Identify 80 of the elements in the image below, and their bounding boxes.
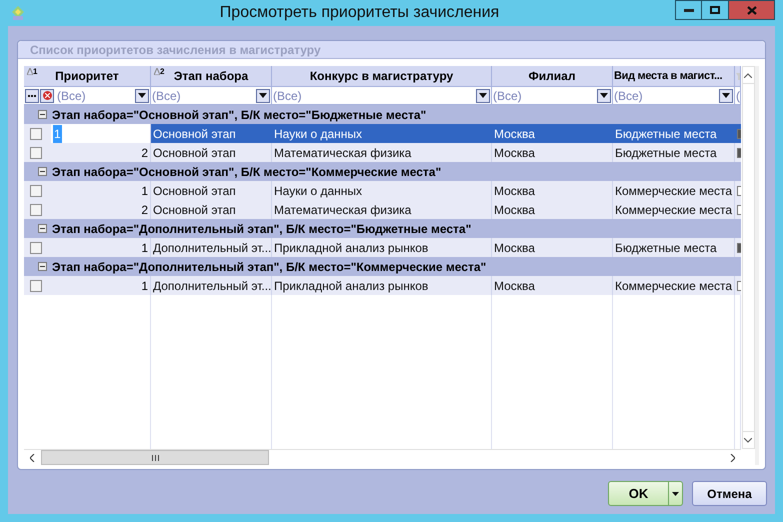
table-cell-text: 2: [140, 202, 149, 218]
cancel-button[interactable]: Отмена: [692, 481, 767, 506]
panel-title: Список приоритетов зачисления в магистратуру: [18, 41, 765, 59]
window-title: Просмотреть приоритеты зачисления: [218, 3, 500, 23]
table-cell: 1: [51, 124, 150, 143]
dropdown-button[interactable]: [669, 481, 683, 506]
clear-icon: [42, 91, 52, 100]
sort-index: 1: [33, 68, 38, 76]
scroll-thumb[interactable]: [41, 450, 269, 465]
table-cell: Москва: [492, 124, 613, 143]
close-icon: [746, 6, 756, 14]
table-cell: Основной этап: [151, 124, 272, 143]
table-cell: Прикладной анализ рынков: [272, 276, 492, 295]
column-header[interactable]: Конкурс в магистратуру: [272, 66, 492, 86]
filter-value[interactable]: (Все): [272, 87, 476, 104]
table-cell: Коммерческие места: [613, 276, 735, 295]
checkbox[interactable]: [30, 204, 42, 216]
table-cell-text: 2: [140, 144, 149, 162]
header-label: Приоритет: [55, 68, 119, 85]
checkbox[interactable]: [30, 242, 42, 254]
checkbox[interactable]: [30, 280, 42, 292]
close-button[interactable]: [729, 0, 775, 20]
table-cell: Дополнительный эт...: [151, 276, 272, 295]
group-label: Этап набора="Дополнительный этап", Б/К место="Бюджетные места": [52, 220, 472, 238]
dropdown-icon[interactable]: [476, 88, 490, 102]
header-label: Вид места в магист...: [614, 68, 722, 84]
horizontal-scrollbar[interactable]: [24, 449, 741, 465]
sort-index: 2: [160, 68, 164, 76]
dropdown-icon[interactable]: [135, 88, 149, 102]
group-label: Этап набора="Дополнительный этап", Б/К место="Коммерческие места": [52, 258, 486, 276]
group-row[interactable]: Этап набора="Основной этап", Б/К место="Бюджетные места": [24, 105, 741, 124]
caret-icon: [672, 492, 679, 496]
filter-value[interactable]: (Все): [613, 87, 719, 104]
column-header[interactable]: Филиал: [492, 66, 613, 86]
sort-icon: [154, 68, 160, 75]
filter-value[interactable]: (Все): [151, 87, 256, 104]
minimize-button[interactable]: [675, 0, 702, 20]
app-icon: [10, 5, 26, 21]
column-header[interactable]: 2 Этап набора: [151, 66, 272, 86]
collapse-icon[interactable]: [38, 224, 47, 233]
group-row[interactable]: Этап набора="Дополнительный этап", Б/К место="Коммерческие места": [24, 257, 741, 276]
table-row[interactable]: 2 Основной этап Математическая физика Москва Коммерческие места: [24, 200, 741, 219]
table-cell-text: 1: [140, 240, 149, 256]
checkbox[interactable]: [30, 128, 42, 140]
group-row[interactable]: Этап набора="Основной этап", Б/К место="Коммерческие места": [24, 162, 741, 181]
table-cell: Москва: [492, 276, 613, 295]
collapse-icon[interactable]: [38, 167, 47, 176]
dropdown-icon[interactable]: [719, 88, 733, 102]
table-row[interactable]: 1 Дополнительный эт... Прикладной анализ рынков Москва Коммерческие места: [24, 276, 741, 295]
dropdown-icon[interactable]: [256, 88, 270, 102]
header-label: Филиал: [528, 68, 576, 85]
table-row[interactable]: 1 Основной этап Науки о данных Москва Бюджетные места: [24, 124, 741, 143]
sort-icon: [27, 68, 33, 75]
collapse-icon[interactable]: [38, 262, 47, 271]
table-cell-text: 1: [140, 278, 149, 294]
header-label: Этап набора: [174, 68, 248, 85]
column-header[interactable]: Вид места в магист...: [613, 66, 735, 86]
table-cell: Бюджетные места: [613, 124, 735, 143]
checkbox[interactable]: [30, 146, 42, 158]
group-label: Этап набора="Основной этап", Б/К место="Бюджетные места": [52, 106, 426, 124]
filter-value[interactable]: (Все): [492, 87, 597, 104]
more-button[interactable]: [25, 88, 39, 102]
ok-button[interactable]: OK: [608, 481, 669, 506]
clear-filter-button[interactable]: [40, 88, 54, 102]
group-label: Этап набора="Основной этап", Б/К место="Коммерческие места": [52, 164, 442, 180]
table-row[interactable]: 2 Основной этап Математическая физика Москва Бюджетные места: [24, 143, 741, 162]
checkbox[interactable]: [30, 184, 42, 196]
filter-value[interactable]: (Все): [56, 87, 135, 104]
filter-icon: [736, 72, 740, 80]
header-label: Конкурс в магистратуру: [310, 68, 454, 85]
group-row[interactable]: Этап набора="Дополнительный этап", Б/К место="Бюджетные места": [24, 219, 741, 238]
table-cell: Науки о данных: [272, 124, 492, 143]
table-row[interactable]: 1 Основной этап Науки о данных Москва Коммерческие места: [24, 181, 741, 200]
table-cell-text: 1: [140, 182, 149, 200]
vertical-scrollbar[interactable]: [742, 66, 755, 449]
table-row[interactable]: 1 Дополнительный эт... Прикладной анализ рынков Москва Бюджетные места: [24, 238, 741, 257]
column-header[interactable]: 1 Приоритет: [24, 66, 151, 86]
collapse-icon[interactable]: [38, 110, 47, 119]
filter-value[interactable]: (: [735, 87, 740, 104]
dropdown-icon[interactable]: [597, 88, 611, 102]
